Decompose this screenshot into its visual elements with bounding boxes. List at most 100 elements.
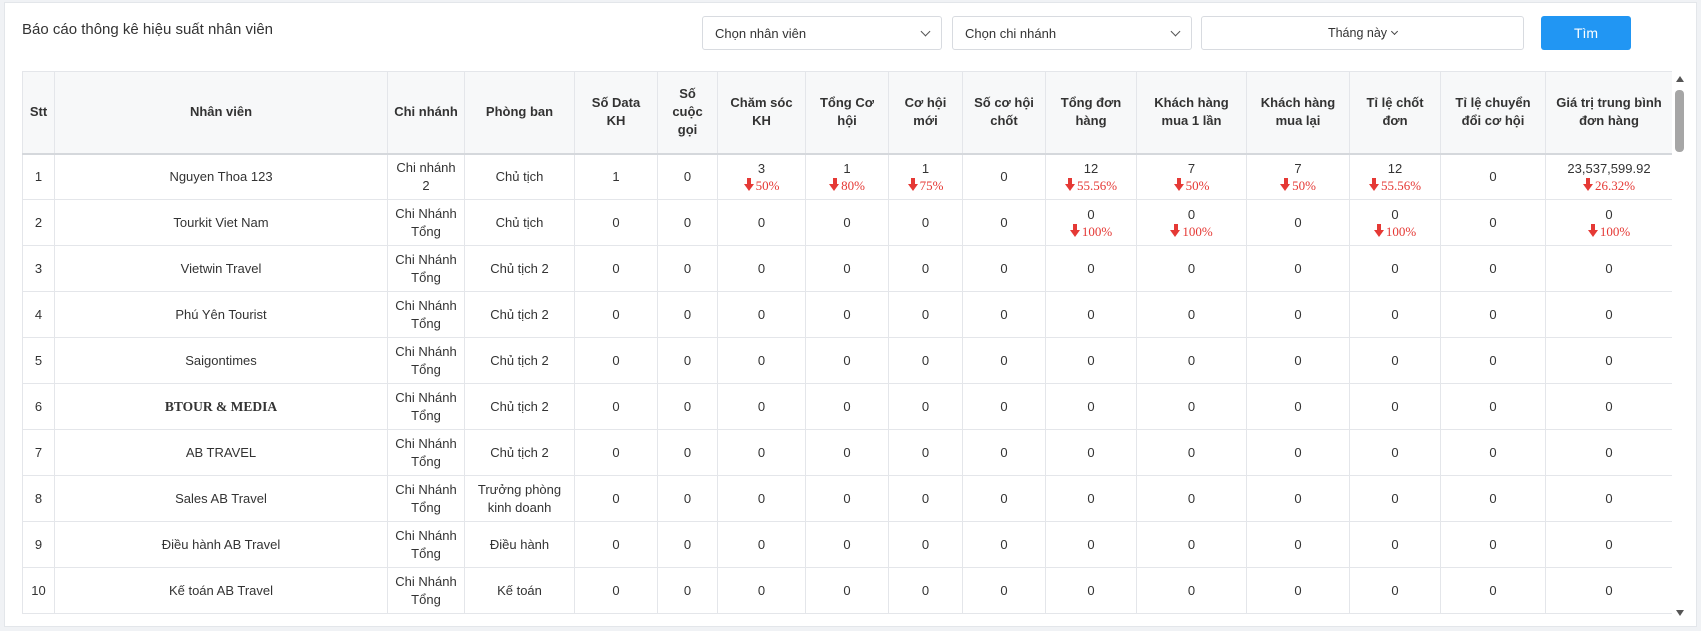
cell-col-total-orders: 0	[1045, 245, 1137, 292]
cell-col-new-opportunities: 1 75%	[888, 153, 963, 200]
decrease-percent: 100%	[1081, 223, 1113, 239]
cell-col-total-opportunities: 0	[805, 429, 889, 476]
cell-col-avg-order-value: 23,537,599.92 26.32%	[1545, 153, 1672, 200]
cell-col-avg-order-value: 0 100%	[1545, 199, 1672, 246]
cell-value: 3	[757, 160, 766, 176]
table-row[interactable]: 6 BTOUR & MEDIA Chi Nhánh Tổng Chủ tịch 200…	[22, 383, 1672, 430]
cell-col-branch: Chi Nhánh Tổng	[387, 199, 465, 246]
cell-col-new-opportunities: 0	[888, 429, 963, 476]
cell-col-data-count: 0	[574, 475, 658, 522]
header-col-close-rate: Tỉ lệ chốt đơn	[1349, 71, 1441, 155]
cell-col-closed-opportunities: 0	[962, 429, 1046, 476]
cell-col-new-opportunities: 0	[888, 383, 963, 430]
cell-col-branch: Chi Nhánh Tổng	[387, 567, 465, 614]
arrow-down-icon	[1170, 223, 1181, 237]
cell-col-conversion-rate: 0	[1440, 291, 1546, 338]
cell-col-department: Chủ tịch 2	[464, 291, 575, 338]
cell-col-employee: Tourkit Viet Nam	[54, 199, 388, 246]
table-header-row: Stt Nhân viên Chi nhánh Phòng ban Số Data KH…	[22, 71, 1672, 155]
decrease-indicator: 100%	[1141, 223, 1242, 240]
decrease-indicator: 26.32%	[1550, 177, 1668, 194]
cell-col-total-orders: 0	[1045, 475, 1137, 522]
table-row[interactable]: 4 Phú Yên Tourist Chi Nhánh Tổng Chủ tịch 2…	[22, 291, 1672, 338]
cell-col-total-orders: 0	[1045, 521, 1137, 568]
branch-select[interactable]: Chọn chi nhánh	[952, 16, 1192, 50]
cell-col-conversion-rate: 0	[1440, 337, 1546, 384]
cell-col-customer-care: 0	[717, 521, 806, 568]
cell-col-employee: Saigontimes	[54, 337, 388, 384]
table-row[interactable]: 8 Sales AB Travel Chi Nhánh Tổng Trưởng phò…	[22, 475, 1672, 522]
header-col-total-opportunities: Tổng Cơ hội	[805, 71, 889, 155]
cell-col-data-count: 0	[574, 337, 658, 384]
chevron-down-icon	[1390, 27, 1399, 36]
header-col-branch: Chi nhánh	[387, 71, 465, 155]
header-col-employee: Nhân viên	[54, 71, 388, 155]
cell-col-avg-order-value: 0	[1545, 245, 1672, 292]
cell-col-total-opportunities: 0	[805, 337, 889, 384]
employee-select[interactable]: Chọn nhân viên	[702, 16, 942, 50]
cell-col-customer-care: 3 50%	[717, 153, 806, 200]
month-dropdown[interactable]: Tháng này	[1201, 16, 1524, 50]
table-row[interactable]: 10 Kế toán AB Travel Chi Nhánh Tổng Kế toán…	[22, 567, 1672, 614]
scrollbar-thumb[interactable]	[1675, 90, 1684, 152]
scroll-down-arrow-icon[interactable]	[1676, 610, 1684, 616]
cell-col-conversion-rate: 0	[1440, 521, 1546, 568]
table-row[interactable]: 3 Vietwin Travel Chi Nhánh Tổng Chủ tịch 20…	[22, 245, 1672, 292]
cell-col-closed-opportunities: 0	[962, 291, 1046, 338]
table-row[interactable]: 5 Saigontimes Chi Nhánh Tổng Chủ tịch 20000…	[22, 337, 1672, 384]
header-col-data-count: Số Data KH	[574, 71, 658, 155]
arrow-down-icon	[1582, 177, 1594, 191]
table-row[interactable]: 1 Nguyen Thoa 123 Chi nhánh 2 Chủ tịch 1 0 3 50…	[22, 153, 1672, 200]
cell-col-close-rate: 0	[1349, 291, 1441, 338]
cell-col-data-count: 1	[574, 153, 658, 200]
cell-col-close-rate: 0	[1349, 475, 1441, 522]
cell-col-branch: Chi Nhánh Tổng	[387, 383, 465, 430]
decrease-percent: 75%	[919, 177, 944, 193]
scroll-up-arrow-icon[interactable]	[1676, 76, 1684, 82]
cell-col-conversion-rate: 0	[1440, 475, 1546, 522]
cell-value: 0	[1087, 206, 1095, 222]
cell-col-customer-care: 0	[717, 429, 806, 476]
cell-col-one-time-buyers: 0	[1136, 383, 1247, 430]
employee-select-value: Chọn nhân viên	[715, 25, 807, 41]
cell-col-stt: 1	[22, 153, 55, 200]
decrease-percent: 50%	[1292, 177, 1316, 193]
cell-col-closed-opportunities: 0	[962, 199, 1046, 246]
cell-col-customer-care: 0	[717, 383, 806, 430]
vertical-scrollbar[interactable]	[1675, 76, 1685, 616]
cell-col-closed-opportunities: 0	[962, 245, 1046, 292]
cell-col-total-opportunities: 0	[805, 475, 889, 522]
cell-col-closed-opportunities: 0	[962, 521, 1046, 568]
search-button[interactable]: Tìm	[1541, 16, 1631, 50]
cell-col-close-rate: 12 55.56%	[1349, 153, 1441, 200]
cell-col-total-orders: 0 100%	[1045, 199, 1137, 246]
cell-col-department: Kế toán	[464, 567, 575, 614]
cell-col-total-orders: 0	[1045, 337, 1137, 384]
arrow-down-icon	[829, 177, 840, 191]
cell-col-repeat-buyers: 0	[1246, 383, 1350, 430]
cell-col-employee: Phú Yên Tourist	[54, 291, 388, 338]
cell-col-total-orders: 0	[1045, 429, 1137, 476]
cell-col-total-orders: 0	[1045, 383, 1137, 430]
cell-value: 1	[921, 160, 930, 176]
cell-col-total-orders: 0	[1045, 291, 1137, 338]
header-col-closed-opportunities: Số cơ hội chốt	[962, 71, 1046, 155]
cell-col-closed-opportunities: 0	[962, 383, 1046, 430]
cell-col-branch: Chi Nhánh Tổng	[387, 245, 465, 292]
table-row[interactable]: 7 AB TRAVEL Chi Nhánh Tổng Chủ tịch 2000000…	[22, 429, 1672, 476]
cell-col-one-time-buyers: 0 100%	[1136, 199, 1247, 246]
cell-col-customer-care: 0	[717, 245, 806, 292]
decrease-indicator: 80%	[810, 177, 884, 194]
table-row[interactable]: 9 Điều hành AB Travel Chi Nhánh Tổng Điều h…	[22, 521, 1672, 568]
cell-col-new-opportunities: 0	[888, 291, 963, 338]
cell-col-employee: Nguyen Thoa 123	[54, 153, 388, 200]
cell-col-new-opportunities: 0	[888, 199, 963, 246]
arrow-down-icon	[1280, 177, 1291, 191]
table-row[interactable]: 2 Tourkit Viet Nam Chi Nhánh Tổng Chủ tịch 0…	[22, 199, 1672, 246]
cell-col-conversion-rate: 0	[1440, 567, 1546, 614]
cell-value: 12	[1387, 160, 1403, 176]
header-col-avg-order-value: Giá trị trung bình đơn hàng	[1545, 71, 1672, 155]
cell-col-close-rate: 0	[1349, 567, 1441, 614]
arrow-down-icon	[1069, 223, 1081, 237]
performance-table-container: Stt Nhân viên Chi nhánh Phòng ban Số Data KH…	[22, 71, 1672, 623]
